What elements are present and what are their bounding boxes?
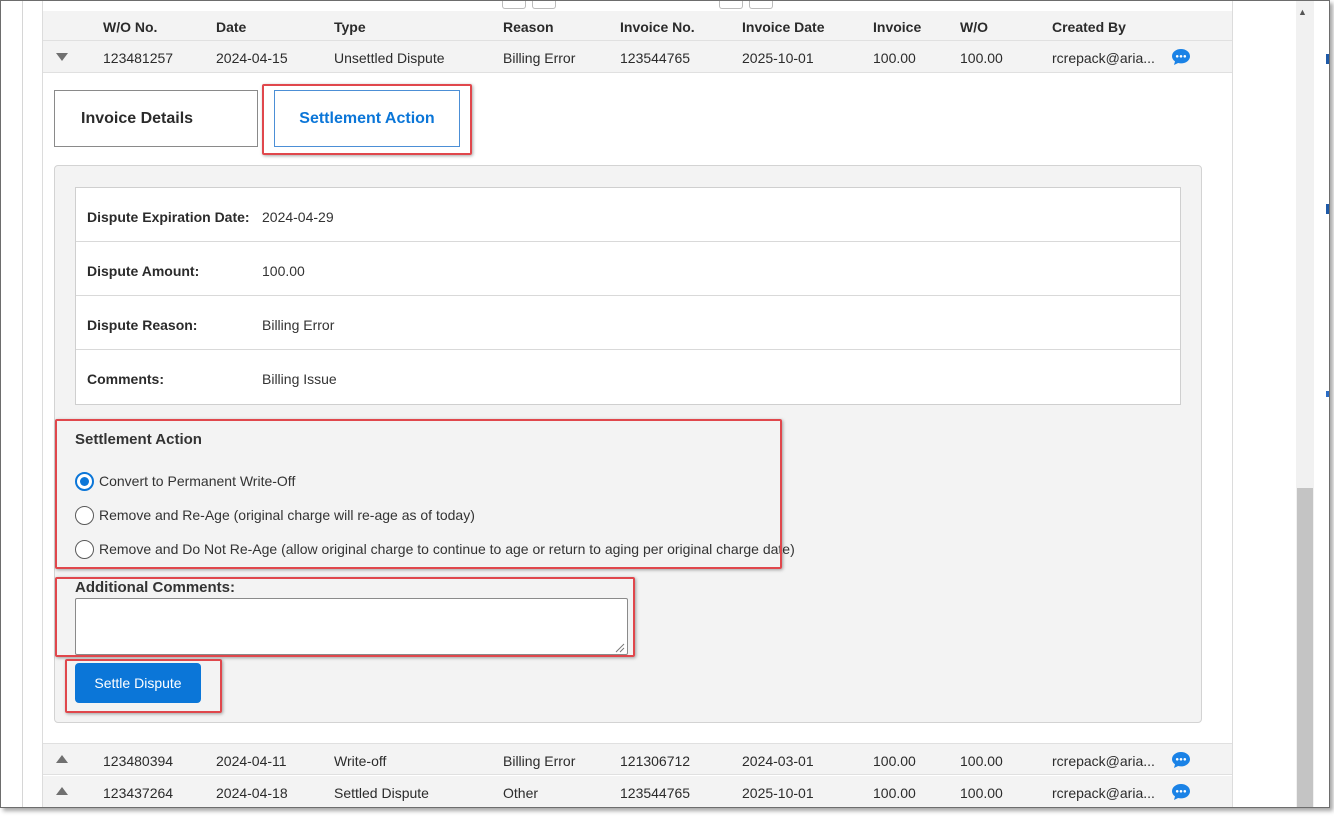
right-panel-marker [1326, 204, 1329, 214]
resize-grip-icon[interactable] [614, 642, 625, 653]
detail-row: Dispute Expiration Date: 2024-04-29 [76, 188, 1180, 242]
detail-value: Billing Error [262, 317, 335, 333]
scroll-up-arrow-icon[interactable]: ▲ [1298, 7, 1307, 17]
column-header[interactable]: W/O [960, 19, 988, 35]
table-row[interactable]: 123480394 2024-04-11 Write-off Billing E… [43, 743, 1232, 775]
wo-number: 123480394 [103, 753, 174, 769]
row-wo-amount: 100.00 [960, 753, 1003, 769]
triangle-up-icon[interactable] [56, 755, 68, 763]
detail-label: Dispute Reason: [87, 317, 198, 333]
row-invoice-date: 2025-10-01 [742, 785, 814, 801]
detail-value: 2024-04-29 [262, 209, 334, 225]
detail-label: Dispute Expiration Date: [87, 209, 250, 225]
radio-remove-re-age[interactable]: Remove and Re-Age (original charge will … [75, 504, 475, 526]
row-wo-amount: 100.00 [960, 785, 1003, 801]
right-panel-marker [1326, 54, 1329, 64]
additional-comments-label: Additional Comments: [75, 579, 235, 596]
pagination-button[interactable] [502, 1, 526, 9]
wo-number: 123481257 [103, 50, 174, 66]
row-date: 2024-04-11 [216, 753, 287, 769]
pagination-button[interactable] [749, 1, 773, 9]
radio-remove-no-re-age[interactable]: Remove and Do Not Re-Age (allow original… [75, 538, 795, 560]
app-window: W/O No. Date Type Reason Invoice No. Inv… [0, 0, 1330, 808]
chat-bubble-icon[interactable] [1171, 783, 1191, 801]
right-panel-edge [1314, 1, 1329, 807]
tab-invoice-details[interactable]: Invoice Details [54, 90, 258, 147]
row-wo-amount: 100.00 [960, 50, 1003, 66]
column-header[interactable]: Invoice [873, 19, 921, 35]
detail-value: Billing Issue [262, 371, 337, 387]
detail-label: Comments: [87, 371, 165, 387]
tab-settlement-action[interactable]: Settlement Action [274, 90, 460, 147]
row-date: 2024-04-15 [216, 50, 288, 66]
radio-permanent-write-off[interactable]: Convert to Permanent Write-Off [75, 470, 295, 492]
row-invoice-date: 2024-03-01 [742, 753, 814, 769]
row-type: Unsettled Dispute [334, 50, 445, 66]
settle-dispute-button[interactable]: Settle Dispute [75, 663, 201, 703]
row-invoice-date: 2025-10-01 [742, 50, 814, 66]
radio-label: Remove and Re-Age (original charge will … [99, 507, 475, 523]
radio-button[interactable] [75, 539, 94, 559]
detail-row: Comments: Billing Issue [76, 350, 1180, 404]
column-header[interactable]: Type [334, 19, 366, 35]
radio-button[interactable] [75, 505, 94, 525]
settlement-action-heading: Settlement Action [75, 431, 202, 448]
scrollbar-thumb[interactable] [1297, 488, 1313, 807]
chat-bubble-icon[interactable] [1171, 48, 1191, 66]
row-invoice-number: 123544765 [620, 785, 691, 801]
detail-row: Dispute Amount: 100.00 [76, 242, 1180, 296]
row-reason: Other [503, 785, 539, 801]
row-invoice-amount: 100.00 [873, 785, 916, 801]
pagination-button[interactable] [719, 1, 743, 9]
detail-value: 100.00 [262, 263, 305, 279]
table-row[interactable]: 123481257 2024-04-15 Unsettled Dispute B… [43, 41, 1232, 73]
radio-label: Convert to Permanent Write-Off [99, 473, 296, 489]
column-header[interactable]: Date [216, 19, 246, 35]
chat-bubble-icon[interactable] [1171, 751, 1191, 769]
row-invoice-amount: 100.00 [873, 753, 916, 769]
column-header[interactable]: Reason [503, 19, 554, 35]
row-invoice-number: 123544765 [620, 50, 691, 66]
left-sidebar-edge [9, 1, 23, 807]
row-invoice-number: 121306712 [620, 753, 691, 769]
dispute-details-table: Dispute Expiration Date: 2024-04-29 Disp… [75, 187, 1181, 405]
right-panel-marker [1326, 391, 1329, 397]
row-created-by: rcrepack@aria... [1052, 753, 1155, 769]
radio-label: Remove and Do Not Re-Age (allow original… [99, 541, 795, 557]
row-date: 2024-04-18 [216, 785, 288, 801]
detail-row: Dispute Reason: Billing Error [76, 296, 1180, 350]
triangle-down-icon[interactable] [56, 53, 68, 61]
radio-button[interactable] [75, 471, 94, 491]
table-header: W/O No. Date Type Reason Invoice No. Inv… [43, 11, 1232, 41]
row-reason: Billing Error [503, 753, 576, 769]
row-reason: Billing Error [503, 50, 576, 66]
additional-comments-input[interactable] [75, 598, 628, 655]
triangle-up-icon[interactable] [56, 787, 68, 795]
pagination-button[interactable] [532, 1, 556, 9]
column-header[interactable]: Invoice Date [742, 19, 824, 35]
row-type: Settled Dispute [334, 785, 429, 801]
column-header[interactable]: Invoice No. [620, 19, 695, 35]
column-header[interactable]: W/O No. [103, 19, 157, 35]
row-type: Write-off [334, 753, 387, 769]
wo-number: 123437264 [103, 785, 174, 801]
row-created-by: rcrepack@aria... [1052, 785, 1155, 801]
table-row[interactable]: 123437264 2024-04-18 Settled Dispute Oth… [43, 776, 1232, 807]
row-created-by: rcrepack@aria... [1052, 50, 1155, 66]
detail-label: Dispute Amount: [87, 263, 200, 279]
column-header[interactable]: Created By [1052, 19, 1126, 35]
row-invoice-amount: 100.00 [873, 50, 916, 66]
